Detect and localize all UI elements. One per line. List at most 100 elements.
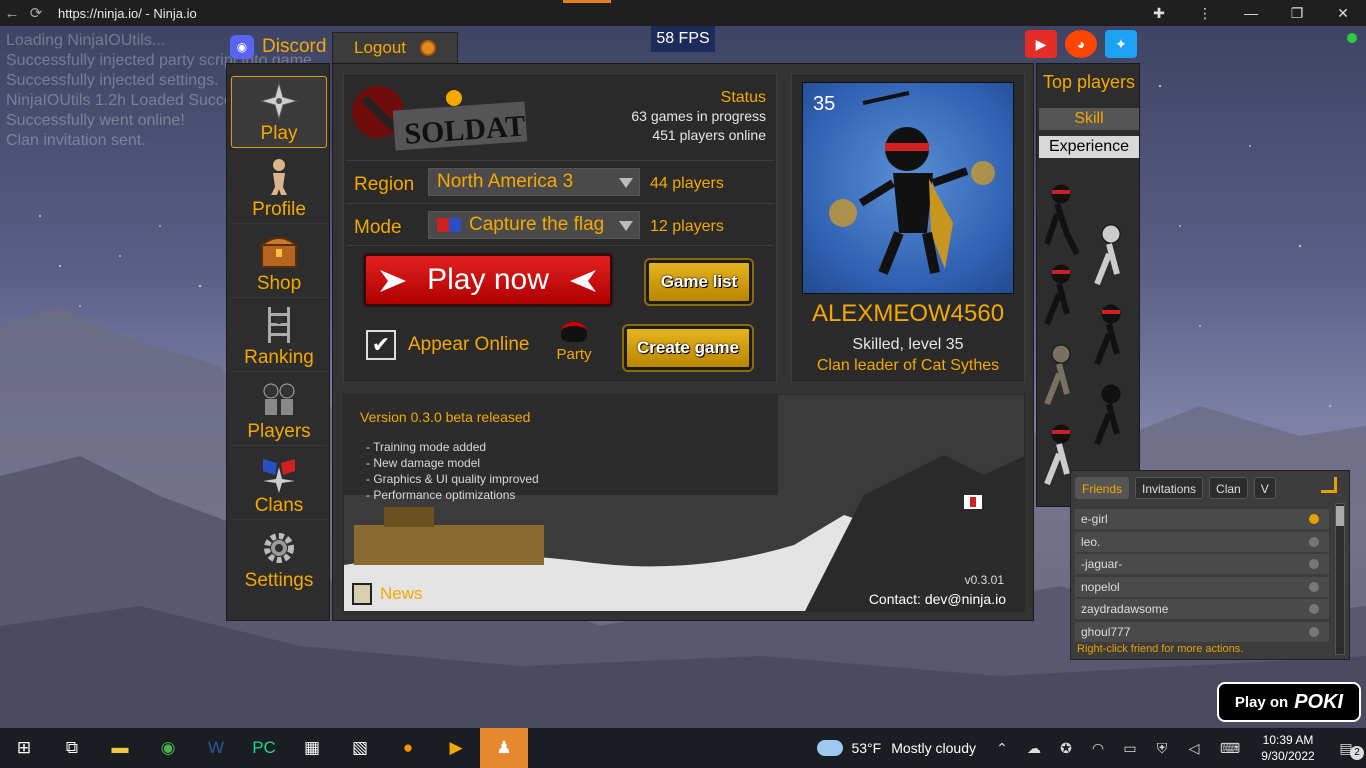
discord-link[interactable]: ◉ Discord [230, 35, 326, 59]
shuriken-icon [259, 81, 299, 121]
profile-icon [259, 157, 299, 197]
play-now-button[interactable]: Play now [364, 254, 612, 306]
mode-label: Mode [354, 217, 402, 238]
news-list: - Training mode added - New damage model… [360, 439, 778, 503]
friends-hint: Right-click friend for more actions. [1077, 643, 1244, 655]
region-player-count: 44 players [650, 175, 724, 192]
arrow-right-icon [380, 270, 406, 292]
friend-item[interactable]: nopelol [1075, 576, 1329, 597]
notification-icon[interactable]: ▤ 2 [1326, 740, 1366, 760]
volume-icon[interactable]: ◁ [1178, 740, 1210, 757]
windows-start-icon[interactable]: ⊞ [0, 728, 48, 768]
game-canvas: Loading NinjaIOUtils... Successfully inj… [0, 26, 1366, 728]
photos-icon[interactable]: ▧ [336, 728, 384, 768]
tab-invitations[interactable]: Invitations [1135, 477, 1204, 499]
main-menu: Play Profile Shop Ranking Players Clans … [226, 63, 330, 621]
menu-label: Play [260, 123, 298, 144]
close-icon[interactable]: ✕ [1320, 5, 1366, 22]
collapse-arrow-icon[interactable] [1321, 477, 1337, 493]
region-select[interactable]: North America 3 [428, 168, 640, 196]
tab-clan[interactable]: Clan [1209, 477, 1248, 499]
active-tab-indicator [563, 0, 611, 3]
window-controls: ✚ ⋮ — ❐ ✕ [1136, 0, 1366, 26]
mode-select[interactable]: Capture the flag [428, 211, 640, 239]
calculator-icon[interactable]: ▦ [288, 728, 336, 768]
dropdown-arrow-icon [619, 178, 633, 188]
tab-v[interactable]: V [1253, 477, 1276, 499]
offline-status-icon [1309, 559, 1319, 569]
chevron-up-icon[interactable]: ⌃ [986, 740, 1018, 757]
friend-name: leo. [1081, 534, 1101, 549]
poki-logo: POKI [1294, 690, 1344, 713]
tab-experience[interactable]: Experience [1039, 136, 1139, 158]
clan-info[interactable]: Clan leader of Cat Sythes [792, 357, 1024, 375]
menu-item-settings[interactable]: Settings [231, 522, 327, 594]
news-button[interactable]: News [352, 583, 423, 605]
chrome-icon[interactable]: ◉ [144, 728, 192, 768]
friend-name: nopelol [1081, 579, 1120, 594]
news-item: - New damage model [366, 456, 481, 470]
pycharm-icon[interactable]: PC [240, 728, 288, 768]
reddit-icon[interactable]: ◕ [1065, 30, 1097, 58]
scrollbar-thumb[interactable] [1336, 506, 1344, 526]
tab-skill[interactable]: Skill [1039, 108, 1139, 130]
reload-icon[interactable]: ⟳ [24, 4, 48, 22]
play-on-poki-button[interactable]: Play on POKI [1217, 682, 1361, 722]
word-icon[interactable]: W [192, 728, 240, 768]
logout-button[interactable]: Logout [332, 32, 458, 64]
tab-friends[interactable]: Friends [1075, 477, 1130, 499]
discord-icon: ◉ [230, 35, 254, 59]
news-title: Version 0.3.0 beta released [360, 409, 531, 425]
create-game-button[interactable]: Create game [624, 326, 752, 370]
extensions-icon[interactable]: ✚ [1136, 5, 1182, 22]
shield-icon[interactable]: ⛨ [1146, 740, 1178, 757]
twitter-icon[interactable]: ✦ [1105, 30, 1137, 58]
menu-item-players[interactable]: Players [231, 374, 327, 446]
friend-item[interactable]: e-girl [1075, 509, 1329, 529]
menu-item-ranking[interactable]: Ranking [231, 300, 327, 372]
gear-icon [259, 528, 299, 568]
weather-widget[interactable]: 53°F Mostly cloudy [817, 740, 976, 756]
checkbox-checked-icon[interactable]: ✔ [366, 330, 396, 360]
player-avatar[interactable]: 35 [802, 82, 1014, 294]
top-players-avatars[interactable] [1037, 174, 1141, 504]
menu-item-play[interactable]: Play [231, 76, 327, 148]
party-button[interactable]: Party [554, 322, 594, 363]
friend-item[interactable]: leo. [1075, 531, 1329, 552]
offline-status-icon [1309, 626, 1319, 637]
soldat-logo: SOLDAT [352, 86, 528, 151]
back-icon[interactable]: ← [0, 5, 24, 22]
restore-icon[interactable]: ❐ [1274, 5, 1320, 22]
game-list-button[interactable]: Game list [646, 260, 752, 304]
menu-item-clans[interactable]: Clans [231, 448, 327, 520]
profile-panel: 35 ALEXMEOW4560 Skilled, level 35 Clan l… [791, 73, 1025, 383]
offline-status-icon [1309, 536, 1319, 547]
menu-icon[interactable]: ⋮ [1182, 5, 1228, 22]
contact-email[interactable]: Contact: dev@ninja.io [869, 591, 1006, 607]
wifi-icon[interactable]: ◠ [1082, 740, 1114, 757]
clock[interactable]: 10:39 AM 9/30/2022 [1250, 732, 1326, 764]
app-tray-icon[interactable]: ✪ [1050, 740, 1082, 757]
divider [346, 160, 774, 161]
task-view-icon[interactable]: ⧉ [48, 728, 96, 768]
menu-item-shop[interactable]: Shop [231, 226, 327, 298]
app-icon[interactable]: ▶ [432, 728, 480, 768]
menu-item-profile[interactable]: Profile [231, 152, 327, 224]
friend-item[interactable]: zaydradawsome [1075, 599, 1329, 619]
battery-icon[interactable]: ▭ [1114, 740, 1146, 757]
offline-status-icon [1309, 581, 1319, 592]
url-text[interactable]: https://ninja.io/ - Ninja.io [58, 6, 197, 21]
keyboard-icon[interactable]: ⌨ [1210, 740, 1250, 757]
system-tray: 53°F Mostly cloudy ⌃ ☁ ✪ ◠ ▭ ⛨ ◁ ⌨ 10:39… [817, 728, 1366, 768]
minimize-icon[interactable]: — [1228, 5, 1274, 21]
taskbar: ⊞ ⧉ ▬ ◉ W PC ▦ ▧ ● ▶ ♟ 53°F Mostly cloud… [0, 728, 1366, 768]
youtube-icon[interactable]: ▶ [1025, 30, 1057, 58]
ninja-io-icon[interactable]: ♟ [480, 728, 528, 768]
friend-item[interactable]: -jaguar- [1075, 554, 1329, 574]
appear-online-toggle[interactable]: ✔ Appear Online [366, 330, 529, 360]
friends-scrollbar[interactable] [1335, 503, 1345, 655]
firefox-icon[interactable]: ● [384, 728, 432, 768]
friend-item[interactable]: ghoul777 [1075, 621, 1329, 642]
file-explorer-icon[interactable]: ▬ [96, 728, 144, 768]
cloud-sync-icon[interactable]: ☁ [1018, 740, 1050, 757]
